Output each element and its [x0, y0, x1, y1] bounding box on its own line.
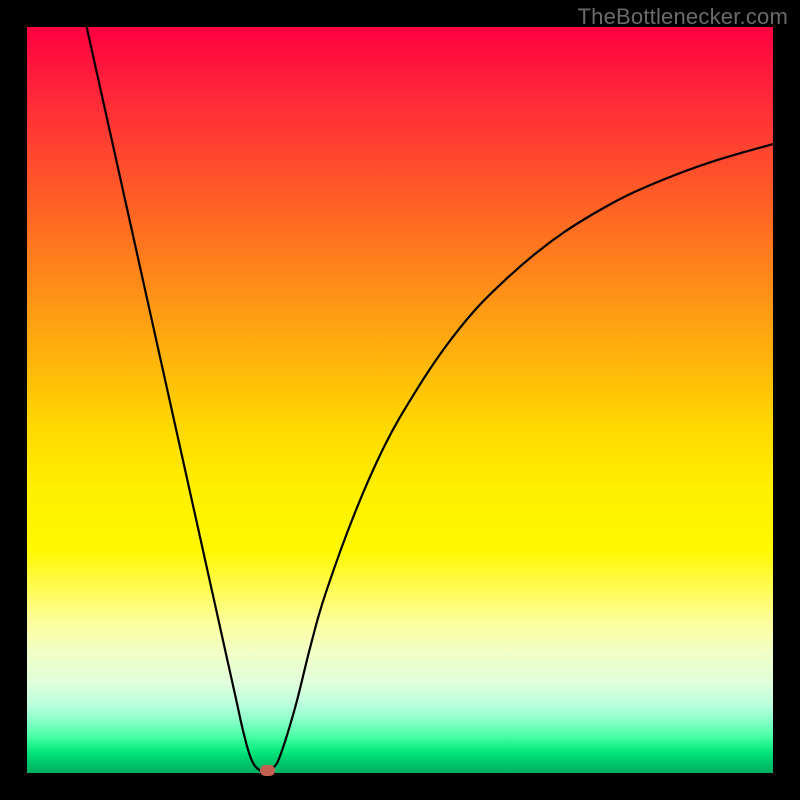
curve-svg [27, 27, 773, 773]
bottleneck-curve [87, 27, 773, 771]
trough-marker [260, 765, 275, 776]
plot-area [27, 27, 773, 773]
chart-frame: TheBottlenecker.com [0, 0, 800, 800]
watermark-text: TheBottlenecker.com [578, 4, 788, 30]
